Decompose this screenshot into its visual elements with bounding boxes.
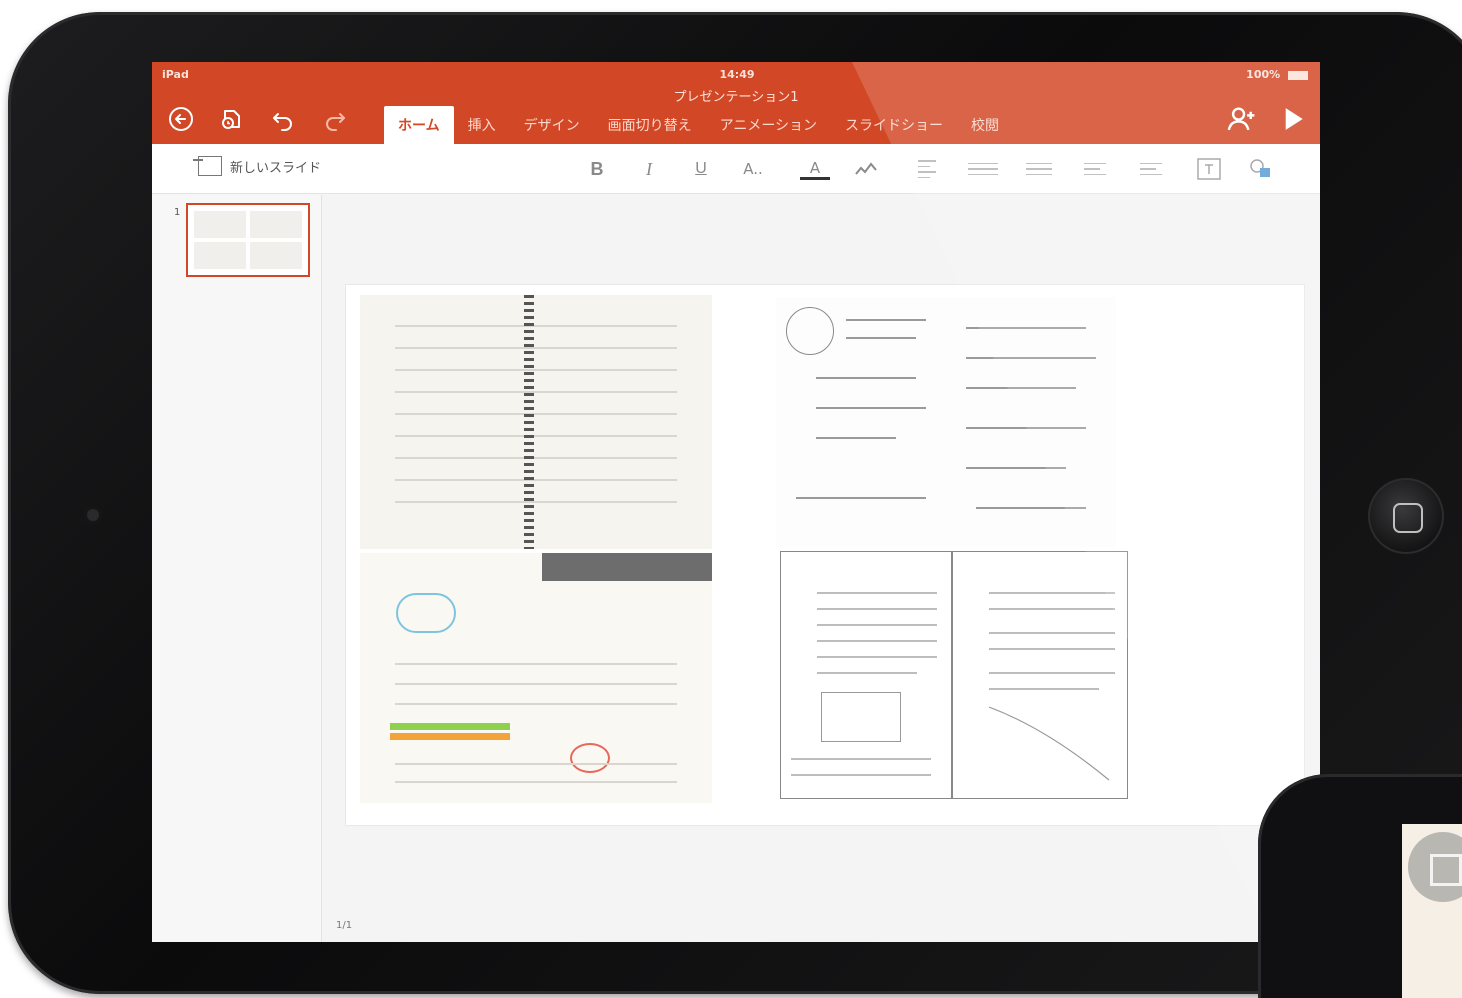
- highlight-button[interactable]: [852, 156, 882, 182]
- thumbnail-image: [250, 211, 302, 238]
- handwritten-sketch-image[interactable]: [776, 297, 1116, 547]
- second-device-corner: [1258, 774, 1462, 998]
- thumbnail-image: [194, 211, 246, 238]
- notebook-spiral: [524, 295, 534, 549]
- numbering-button[interactable]: [1024, 156, 1054, 182]
- underline-button[interactable]: U: [686, 156, 716, 182]
- shapes-button[interactable]: [1246, 156, 1276, 182]
- share-button[interactable]: [1224, 102, 1258, 136]
- home-button[interactable]: [1368, 478, 1444, 554]
- undo-button[interactable]: [266, 102, 300, 136]
- tab-review[interactable]: 校閲: [957, 106, 1013, 144]
- indent-increase-icon: [1140, 162, 1162, 176]
- orange-highlight: [390, 733, 510, 740]
- document-title: プレゼンテーション1: [673, 90, 799, 105]
- status-time: 14:49: [719, 68, 755, 81]
- play-slideshow-button[interactable]: [1276, 102, 1310, 136]
- font-size-button[interactable]: A..: [738, 156, 768, 182]
- slide-thumbnail-number: 1: [174, 207, 181, 218]
- tab-home[interactable]: ホーム: [384, 106, 454, 144]
- tab-animations[interactable]: アニメーション: [706, 106, 831, 144]
- redo-icon: [326, 113, 345, 131]
- play-icon: [1285, 108, 1303, 130]
- sketch-circle: [786, 307, 834, 355]
- slide-thumbnail-1[interactable]: [186, 203, 310, 277]
- bullet-list-icon: [968, 162, 998, 176]
- ribbon-tabs: ホーム 挿入 デザイン 画面切り替え アニメーション スライドショー 校閲: [384, 106, 1013, 144]
- increase-indent-button[interactable]: [1136, 156, 1166, 182]
- highlighter-icon: [855, 162, 877, 175]
- page-count: 1/1: [336, 920, 353, 931]
- notes-header-strip: [542, 553, 712, 581]
- bold-button[interactable]: B: [582, 156, 612, 182]
- front-camera: [84, 506, 102, 524]
- printed-document-left[interactable]: [780, 551, 952, 799]
- italic-button[interactable]: I: [634, 156, 664, 182]
- bullets-button[interactable]: [968, 156, 998, 182]
- slide-thumbnails-pane: 1: [152, 195, 322, 942]
- home-ribbon-toolbar: 新しいスライド B I U A.. A: [152, 144, 1320, 194]
- new-slide-label: 新しいスライド: [230, 160, 322, 176]
- document-figure: [821, 692, 901, 742]
- font-color-letter: A: [809, 158, 821, 177]
- slide-canvas[interactable]: [346, 285, 1304, 825]
- undo-icon: [273, 113, 292, 131]
- sketch-diagram: [396, 593, 456, 633]
- new-slide-icon: [193, 156, 222, 176]
- tab-slideshow[interactable]: スライドショー: [831, 106, 957, 144]
- indent-decrease-icon: [1084, 162, 1106, 176]
- tab-design[interactable]: デザイン: [510, 106, 594, 144]
- align-left-button[interactable]: [912, 156, 942, 182]
- numbered-list-icon: [1026, 162, 1052, 176]
- red-circle-sketch: [570, 743, 610, 773]
- tab-transitions[interactable]: 画面切り替え: [594, 106, 706, 144]
- document-curve-graph: [989, 706, 1110, 781]
- back-arrow-icon: [169, 107, 193, 131]
- green-highlight: [390, 723, 510, 730]
- thumbnail-image: [194, 242, 246, 269]
- font-color-bar: [800, 176, 830, 180]
- battery-icon: [1288, 70, 1308, 80]
- thumbnail-image: [250, 242, 302, 269]
- notebook-photo-image[interactable]: [360, 295, 712, 549]
- colored-notes-image[interactable]: [360, 553, 712, 803]
- align-left-icon: [918, 160, 936, 178]
- file-menu-button[interactable]: [214, 102, 248, 136]
- tab-insert[interactable]: 挿入: [454, 106, 510, 144]
- text-box-icon: [1197, 158, 1221, 180]
- file-history-icon: [222, 110, 240, 129]
- title-bar: iPad 14:49 100% プレゼンテーション1 ホーム 挿入 デザイン 画…: [152, 62, 1320, 144]
- powerpoint-app-screen: iPad 14:49 100% プレゼンテーション1 ホーム 挿入 デザイン 画…: [152, 62, 1320, 942]
- new-slide-button[interactable]: 新しいスライド: [193, 156, 322, 176]
- battery-percent: 100%: [1246, 68, 1281, 81]
- back-button[interactable]: [164, 102, 198, 136]
- status-battery: 100%: [1246, 68, 1308, 81]
- textbox-button[interactable]: [1194, 156, 1224, 182]
- redo-button[interactable]: [318, 102, 352, 136]
- add-person-icon: [1227, 107, 1255, 131]
- font-color-button[interactable]: A: [800, 156, 830, 182]
- shapes-icon: [1250, 159, 1270, 177]
- status-device-label: iPad: [162, 68, 189, 81]
- printed-document-right[interactable]: [952, 551, 1128, 799]
- decrease-indent-button[interactable]: [1080, 156, 1110, 182]
